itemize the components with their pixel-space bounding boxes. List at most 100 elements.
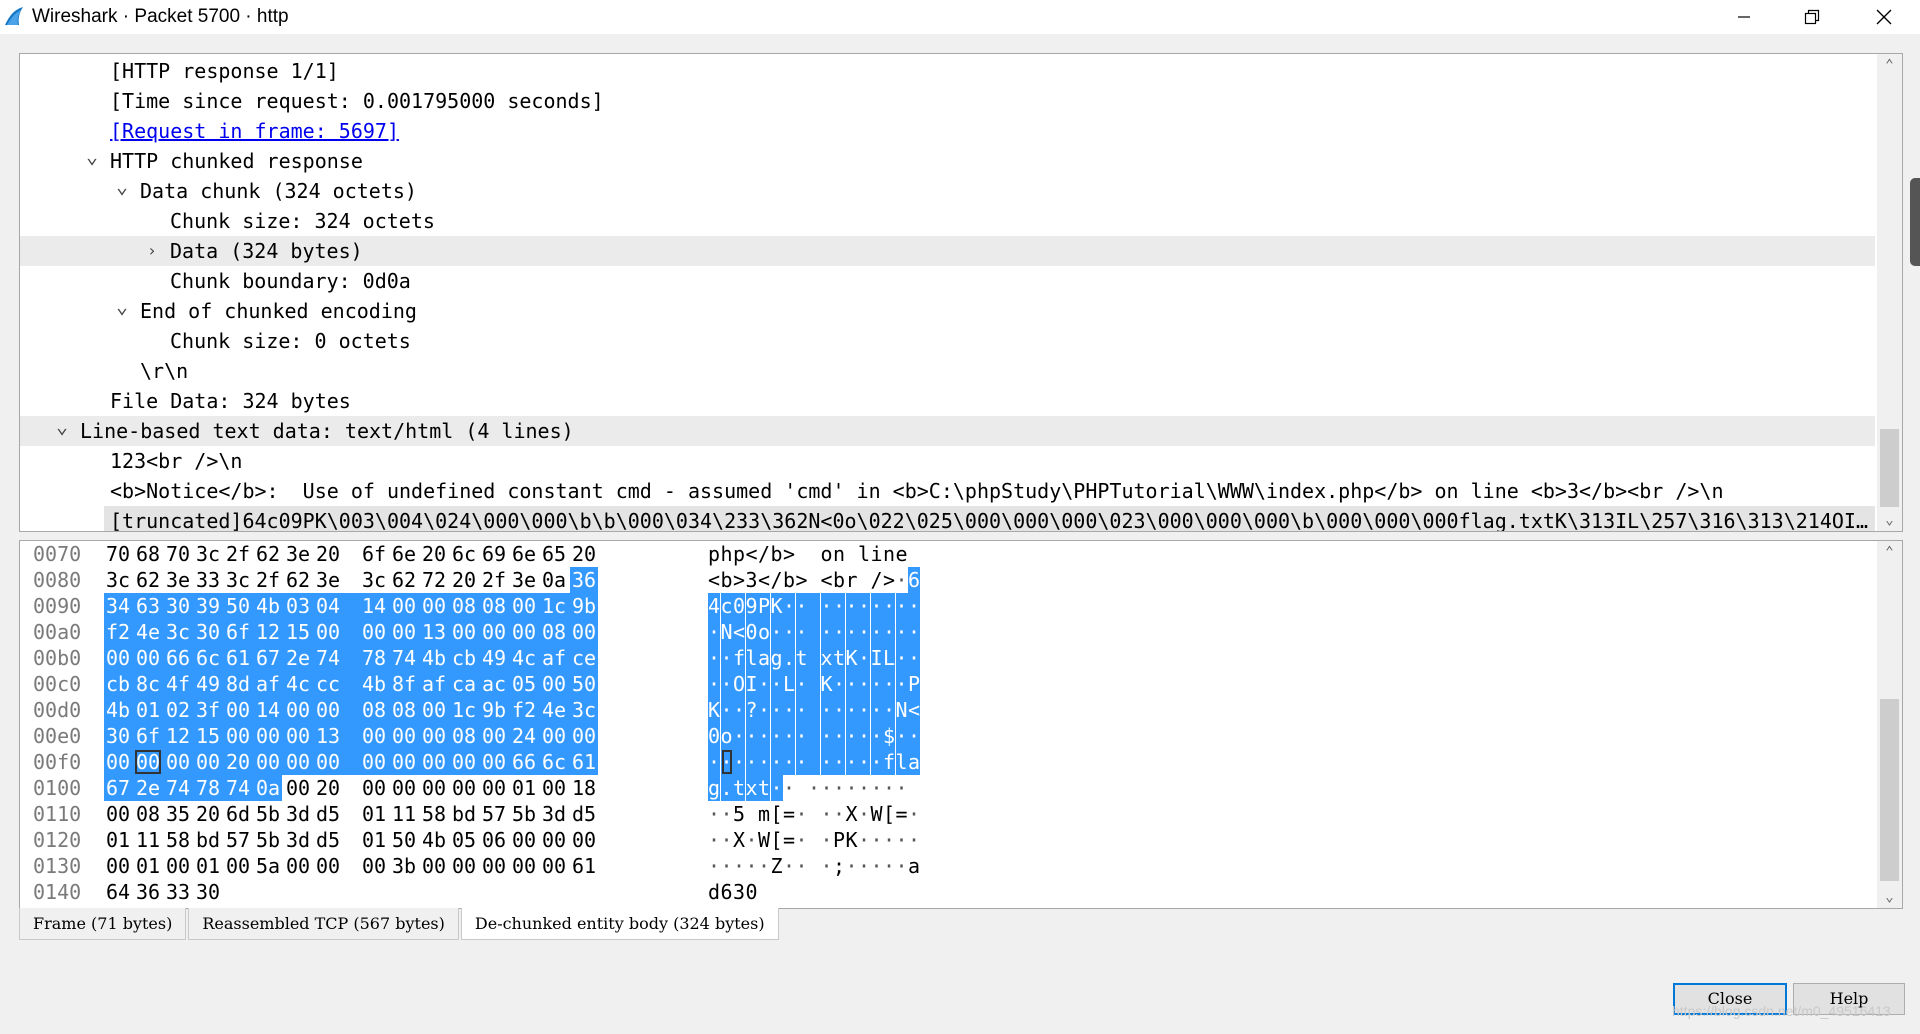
ascii-char[interactable]: ·	[908, 801, 920, 827]
ascii-char[interactable]: ·	[795, 671, 808, 697]
hex-byte[interactable]: cb	[104, 671, 138, 697]
hex-byte[interactable]: 08	[450, 593, 484, 619]
hex-byte[interactable]: 00	[284, 853, 312, 879]
ascii-char[interactable]	[746, 801, 758, 827]
hex-byte[interactable]: 00	[390, 775, 418, 801]
ascii-char[interactable]: ·	[908, 619, 920, 645]
ascii-char[interactable]: ·	[858, 827, 870, 853]
hex-byte[interactable]: af	[420, 671, 454, 697]
ascii-char[interactable]: ·	[895, 619, 908, 645]
ascii-char[interactable]: ·	[758, 749, 770, 775]
hex-byte[interactable]: 4b	[104, 697, 138, 723]
ascii-char[interactable]: b	[771, 541, 783, 567]
ascii-char[interactable]: I	[870, 645, 883, 671]
ascii-char[interactable]: >	[733, 567, 745, 593]
ascii-char[interactable]: a	[758, 645, 770, 671]
ascii-char[interactable]: 0	[745, 619, 758, 645]
ascii-char[interactable]: ·	[746, 827, 758, 853]
ascii-char[interactable]: ·	[833, 697, 845, 723]
hex-byte[interactable]: 20	[314, 775, 342, 801]
hex-byte[interactable]: 00	[420, 749, 454, 775]
ascii-char[interactable]: >	[796, 567, 808, 593]
ascii-char[interactable]	[846, 541, 858, 567]
ascii-char[interactable]: ·	[858, 723, 870, 749]
hex-byte[interactable]: 08	[540, 619, 574, 645]
hex-byte[interactable]: 00	[480, 619, 514, 645]
hex-byte[interactable]: 33	[164, 879, 192, 905]
hex-byte[interactable]: 6c	[450, 541, 478, 567]
scroll-down-icon[interactable]: ⌄	[1877, 886, 1902, 908]
ascii-char[interactable]: ·	[721, 827, 733, 853]
ascii-char[interactable]: o	[821, 541, 833, 567]
ascii-char[interactable]: ·	[745, 723, 758, 749]
hex-byte[interactable]: 9b	[480, 697, 514, 723]
ascii-char[interactable]: ·	[895, 593, 908, 619]
hex-byte[interactable]: d5	[314, 827, 342, 853]
hex-byte[interactable]: 20	[570, 541, 598, 567]
hex-byte[interactable]: 00	[420, 723, 454, 749]
hex-byte[interactable]: 12	[164, 723, 198, 749]
ascii-char[interactable]	[908, 541, 920, 567]
hex-byte[interactable]: 01	[510, 775, 538, 801]
hex-byte[interactable]: 00	[510, 593, 544, 619]
hex-byte[interactable]: 61	[224, 645, 258, 671]
ascii-char[interactable]: K	[820, 671, 833, 697]
ascii-char[interactable]: ·	[870, 671, 883, 697]
ascii-char[interactable]: =	[783, 801, 795, 827]
hex-byte[interactable]: 3e	[314, 567, 342, 593]
ascii-char[interactable]: ·	[846, 853, 858, 879]
hex-byte[interactable]: 3c	[164, 619, 198, 645]
ascii-char[interactable]: 0	[733, 593, 745, 619]
hex-byte[interactable]: 72	[420, 567, 448, 593]
ascii-char[interactable]	[808, 827, 820, 853]
ascii-char[interactable]: ·	[758, 671, 770, 697]
ascii-char[interactable]: ·	[896, 567, 908, 593]
hex-byte[interactable]: 00	[480, 775, 508, 801]
ascii-char[interactable]: K	[708, 697, 720, 723]
tree-row[interactable]: [truncated]64c09PK\003\004\024\000\000\b…	[20, 506, 1875, 531]
hex-byte[interactable]: 00	[510, 619, 544, 645]
hex-byte[interactable]: 00	[450, 619, 484, 645]
ascii-char[interactable]: ·	[770, 619, 783, 645]
hex-byte[interactable]: 49	[194, 671, 228, 697]
ascii-char[interactable]: l	[895, 749, 908, 775]
hex-byte[interactable]: 05	[510, 671, 544, 697]
hex-byte[interactable]: 50	[224, 593, 258, 619]
hex-byte[interactable]: ce	[570, 645, 598, 671]
ascii-char[interactable]: ·	[746, 853, 758, 879]
hex-byte[interactable]: 20	[420, 541, 448, 567]
ascii-char[interactable]: ·	[896, 827, 908, 853]
ascii-char[interactable]: .	[783, 645, 795, 671]
hex-byte[interactable]: 74	[164, 775, 198, 801]
hex-byte[interactable]: 00	[510, 827, 538, 853]
hex-byte[interactable]: 13	[314, 723, 366, 749]
ascii-char[interactable]: ·	[883, 775, 895, 801]
ascii-char[interactable]: ·	[833, 619, 845, 645]
ascii-char[interactable]: ·	[883, 853, 895, 879]
hex-byte[interactable]: 00	[480, 853, 508, 879]
expand-arrow-down-icon[interactable]: ⌄	[112, 171, 132, 201]
ascii-char[interactable]: o	[720, 723, 733, 749]
ascii-char[interactable]: ·	[871, 853, 883, 879]
ascii-char[interactable]: <	[733, 619, 745, 645]
hex-byte[interactable]: 5b	[510, 801, 538, 827]
hex-byte[interactable]: 6f	[360, 541, 388, 567]
ascii-char[interactable]: >	[883, 567, 895, 593]
hex-byte[interactable]: 00	[360, 775, 388, 801]
hex-byte[interactable]: 00	[360, 723, 394, 749]
hex-byte[interactable]: 0a	[540, 567, 568, 593]
ascii-char[interactable]: p	[733, 541, 745, 567]
ascii-char[interactable]: ·	[845, 723, 858, 749]
hex-byte[interactable]: d5	[570, 801, 598, 827]
ascii-char[interactable]: ·	[708, 749, 720, 775]
ascii-char[interactable]: 3	[733, 879, 745, 905]
hex-byte[interactable]: 20	[224, 749, 258, 775]
ascii-char[interactable]: .	[720, 775, 733, 801]
hex-byte[interactable]: 00	[254, 723, 288, 749]
hex-byte[interactable]: 08	[390, 697, 424, 723]
ascii-char[interactable]: t	[733, 775, 745, 801]
hex-byte[interactable]: 1c	[540, 593, 574, 619]
ascii-char[interactable]: ·	[833, 723, 845, 749]
ascii-char[interactable]: <	[708, 567, 720, 593]
hex-byte[interactable]: 00	[390, 749, 424, 775]
